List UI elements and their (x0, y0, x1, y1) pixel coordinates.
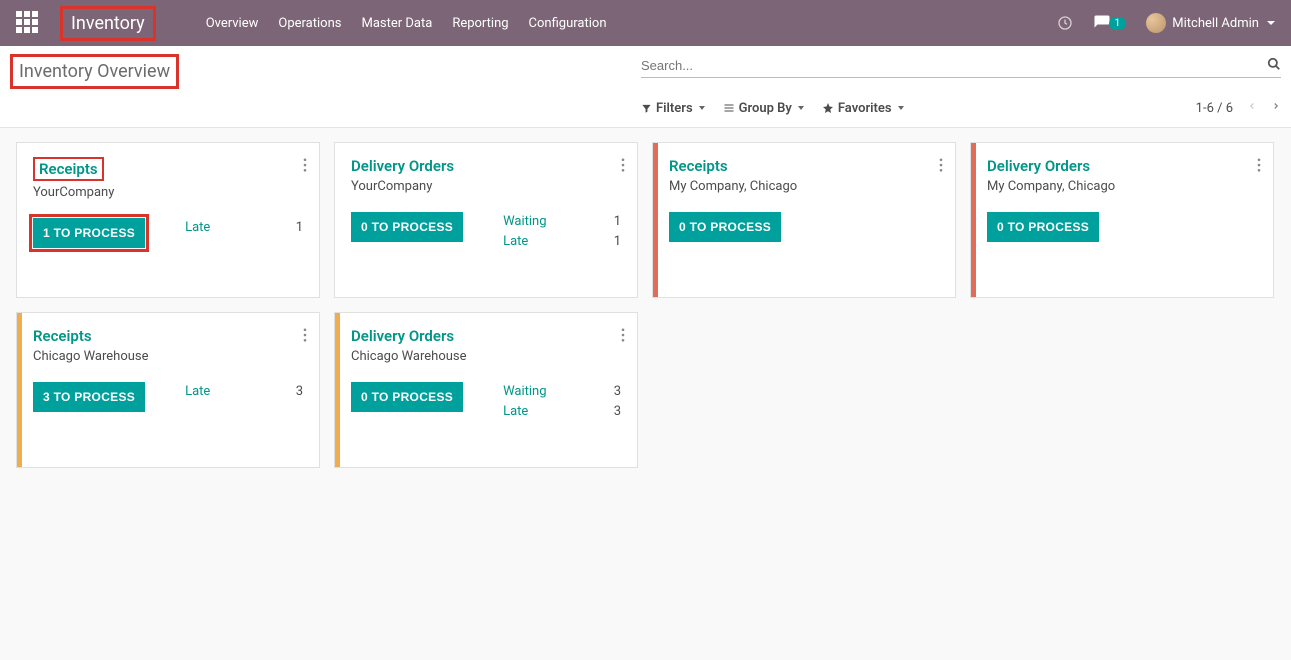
favorites-button[interactable]: Favorites (822, 99, 904, 117)
status-row[interactable]: Waiting 3 (503, 382, 621, 402)
nav-configuration[interactable]: Configuration (519, 10, 617, 37)
topbar-right: 1 Mitchell Admin (1057, 13, 1275, 33)
card-menu-icon[interactable] (303, 327, 307, 346)
status-label: Late (185, 218, 210, 238)
kanban-card[interactable]: Receipts Chicago Warehouse 3 TO PROCESS Lat… (16, 312, 320, 468)
card-menu-icon[interactable] (303, 157, 307, 176)
card-company: My Company, Chicago (987, 179, 1257, 194)
card-menu-icon[interactable] (939, 157, 943, 176)
status-label: Waiting (503, 212, 546, 232)
filter-toolbar: Filters Group By Favorites 1-6 / 6 (641, 99, 1281, 117)
user-menu[interactable]: Mitchell Admin (1146, 13, 1275, 33)
kanban-card[interactable]: Delivery Orders Chicago Warehouse 0 TO PRO… (334, 312, 638, 468)
status-label: Late (185, 382, 210, 402)
card-company: My Company, Chicago (669, 179, 939, 194)
process-button[interactable]: 3 TO PROCESS (33, 382, 145, 412)
card-menu-icon[interactable] (621, 157, 625, 176)
page-title: Inventory Overview (10, 54, 179, 89)
status-row[interactable]: Waiting 1 (503, 212, 621, 232)
process-button[interactable]: 0 TO PROCESS (669, 212, 781, 242)
topbar: Inventory Overview Operations Master Dat… (0, 0, 1291, 46)
nav-operations[interactable]: Operations (268, 10, 351, 37)
process-button[interactable]: 1 TO PROCESS (33, 218, 145, 248)
user-name: Mitchell Admin (1172, 16, 1259, 31)
kanban-card[interactable]: Delivery Orders YourCompany 0 TO PROCESS Wa… (334, 142, 638, 298)
card-title[interactable]: Receipts (33, 327, 303, 345)
status-count: 1 (296, 218, 303, 238)
process-button[interactable]: 0 TO PROCESS (987, 212, 1099, 242)
card-title[interactable]: Receipts (33, 157, 104, 181)
kanban-card[interactable]: Delivery Orders My Company, Chicago 0 TO P… (970, 142, 1274, 298)
avatar (1146, 13, 1166, 33)
status-count: 1 (614, 232, 621, 252)
clock-icon[interactable] (1057, 15, 1073, 31)
process-button[interactable]: 0 TO PROCESS (351, 382, 463, 412)
search-area (641, 54, 1281, 78)
card-menu-icon[interactable] (1257, 157, 1261, 176)
caret-down-icon (699, 106, 705, 110)
status-row[interactable]: Late 3 (503, 402, 621, 422)
messages-badge: 1 (1109, 17, 1127, 30)
apps-icon[interactable] (16, 11, 40, 35)
caret-down-icon (1267, 21, 1275, 25)
accent-bar (17, 313, 22, 467)
filters-label: Filters (656, 101, 693, 116)
nav-overview[interactable]: Overview (196, 10, 269, 37)
card-menu-icon[interactable] (621, 327, 625, 346)
control-panel: Inventory Overview Filters Group By (0, 46, 1291, 128)
card-company: YourCompany (351, 179, 621, 194)
kanban-board: ReceiptsYourCompany1 TO PROCESSLate1Deli… (0, 128, 1291, 482)
process-button[interactable]: 0 TO PROCESS (351, 212, 463, 242)
filters-button[interactable]: Filters (641, 99, 705, 117)
groupby-button[interactable]: Group By (723, 99, 804, 117)
status-label: Late (503, 232, 528, 252)
search-input[interactable] (641, 58, 1267, 73)
status-row[interactable]: Late 1 (503, 232, 621, 252)
card-title[interactable]: Delivery Orders (351, 327, 621, 345)
pager-text: 1-6 / 6 (1196, 101, 1233, 116)
kanban-card[interactable]: Receipts My Company, Chicago 0 TO PROCESS (652, 142, 956, 298)
accent-bar (971, 143, 976, 297)
messages-icon[interactable]: 1 (1093, 14, 1127, 32)
nav-menu: Overview Operations Master Data Reportin… (196, 10, 617, 37)
favorites-label: Favorites (838, 101, 892, 116)
card-company: Chicago Warehouse (33, 349, 303, 364)
nav-reporting[interactable]: Reporting (442, 10, 518, 37)
status-count: 3 (614, 382, 621, 402)
status-count: 1 (614, 212, 621, 232)
status-count: 3 (614, 402, 621, 422)
status-count: 3 (296, 382, 303, 402)
pager-next[interactable] (1271, 99, 1281, 117)
card-title[interactable]: Delivery Orders (351, 157, 621, 175)
search-icon[interactable] (1267, 56, 1281, 75)
app-name[interactable]: Inventory (60, 6, 156, 41)
pager-prev[interactable] (1247, 99, 1257, 117)
accent-bar (335, 313, 340, 467)
status-label: Late (503, 402, 528, 422)
status-row[interactable]: Late 1 (185, 218, 303, 238)
nav-master-data[interactable]: Master Data (351, 10, 442, 37)
caret-down-icon (798, 106, 804, 110)
pager: 1-6 / 6 (1196, 99, 1281, 117)
card-title[interactable]: Receipts (669, 157, 939, 175)
status-label: Waiting (503, 382, 546, 402)
card-title[interactable]: Delivery Orders (987, 157, 1257, 175)
accent-bar (653, 143, 658, 297)
card-company: Chicago Warehouse (351, 349, 621, 364)
groupby-label: Group By (739, 101, 792, 116)
kanban-card[interactable]: Receipts YourCompany 1 TO PROCESS Late 1 (16, 142, 320, 298)
card-company: YourCompany (33, 185, 303, 200)
caret-down-icon (898, 106, 904, 110)
status-row[interactable]: Late 3 (185, 382, 303, 402)
